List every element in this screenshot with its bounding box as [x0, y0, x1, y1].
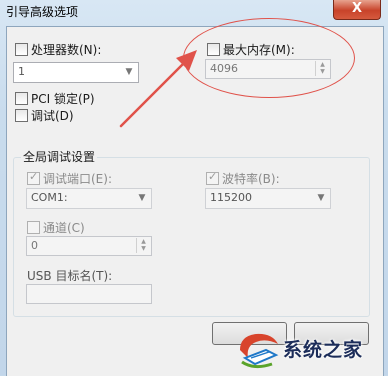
dialog-window: 引导高级选项 X 处理器数(N): 1 ▼ 最大内存(M): 4096 ▲ ▼ P…: [0, 0, 388, 376]
watermark-logo-icon: [240, 333, 279, 369]
watermark: 系统之家: [232, 322, 388, 375]
annotation-arrow-icon: [119, 50, 197, 128]
watermark-text: 系统之家: [283, 339, 364, 361]
